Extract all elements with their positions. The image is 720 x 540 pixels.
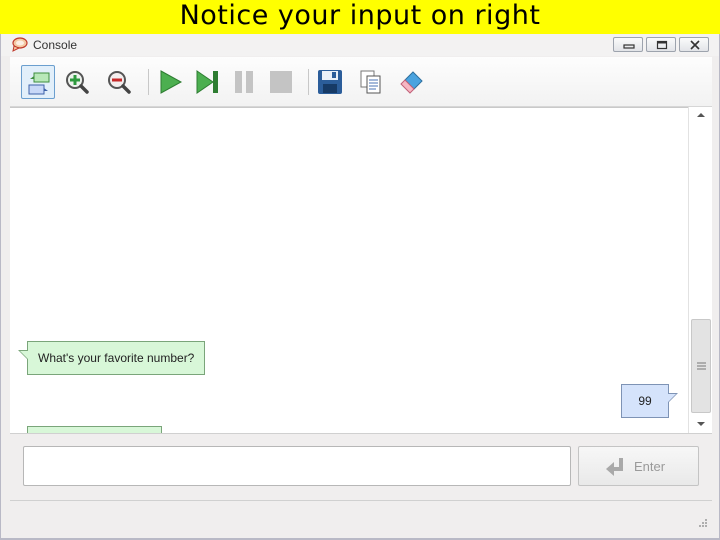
input-row: Enter [10, 433, 712, 499]
zoom-in-icon [66, 71, 89, 94]
program-message: What's your favorite number? [17, 341, 206, 375]
copy-icon [360, 70, 381, 94]
play-icon [160, 70, 183, 94]
minimize-icon [623, 44, 635, 49]
window-title: Console [33, 38, 78, 52]
run-button[interactable] [153, 65, 187, 99]
copy-button[interactable] [354, 65, 388, 99]
enter-label: Enter [634, 459, 666, 474]
instruction-banner: Notice your input on right [0, 0, 720, 34]
console-output[interactable]: What's your favorite number? 99 99 is a … [10, 107, 688, 460]
maximize-icon [656, 40, 668, 50]
scroll-up-arrow-icon[interactable] [696, 111, 706, 119]
save-button[interactable] [313, 65, 347, 99]
console-input-field[interactable] [23, 446, 571, 486]
step-icon [196, 70, 218, 94]
minimize-button[interactable] [613, 37, 643, 52]
close-button[interactable] [679, 37, 709, 52]
enter-button[interactable]: Enter [578, 446, 699, 486]
maximize-button[interactable] [646, 37, 676, 52]
speech-bubbles-icon [28, 72, 50, 95]
title-bar[interactable]: Console [1, 34, 719, 56]
vertical-scrollbar[interactable] [688, 107, 712, 433]
toolbar-separator [308, 69, 309, 95]
pause-button[interactable] [227, 65, 261, 99]
step-button[interactable] [190, 65, 224, 99]
pause-icon [235, 71, 253, 93]
toggle-view-button[interactable] [21, 65, 55, 99]
toolbar-separator [148, 69, 149, 95]
user-message: 99 [621, 384, 678, 418]
stop-icon [270, 71, 292, 93]
scroll-thumb[interactable] [691, 319, 711, 413]
enter-arrow-icon [606, 458, 623, 476]
eraser-icon [400, 71, 423, 94]
zoom-out-icon [108, 71, 131, 94]
toolbar [10, 57, 712, 107]
status-bar [10, 500, 712, 532]
clear-button[interactable] [395, 65, 429, 99]
close-icon [690, 40, 700, 50]
scroll-down-arrow-icon[interactable] [696, 420, 706, 428]
zoom-out-button[interactable] [102, 65, 136, 99]
console-app-icon [12, 37, 28, 52]
resize-grip-icon[interactable] [698, 518, 708, 528]
zoom-in-button[interactable] [60, 65, 94, 99]
save-icon [318, 70, 342, 94]
console-window: Console What's your favorite number? 99 … [0, 34, 720, 540]
stop-button[interactable] [264, 65, 298, 99]
grip-lines-icon [697, 362, 706, 370]
